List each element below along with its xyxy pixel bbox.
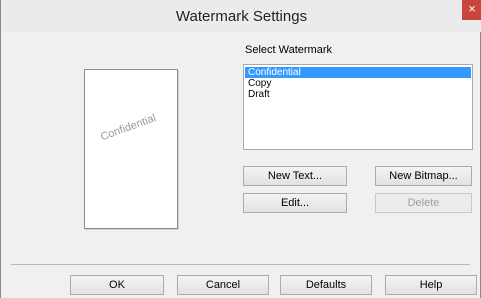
delete-button[interactable]: Delete: [375, 193, 472, 213]
watermark-settings-dialog: Watermark Settings × Confidential Select…: [0, 0, 481, 298]
preview-watermark-text: Confidential: [99, 112, 158, 144]
ok-button[interactable]: OK: [70, 275, 164, 295]
title-bar[interactable]: Watermark Settings ×: [1, 0, 481, 32]
defaults-button[interactable]: Defaults: [280, 275, 372, 295]
help-button[interactable]: Help: [385, 275, 477, 295]
new-bitmap-button[interactable]: New Bitmap...: [375, 166, 472, 186]
edit-button[interactable]: Edit...: [243, 193, 347, 213]
watermark-listbox[interactable]: Confidential Copy Draft: [243, 64, 473, 150]
close-button[interactable]: ×: [462, 0, 481, 20]
select-watermark-label: Select Watermark: [245, 44, 333, 56]
dialog-title: Watermark Settings: [175, 8, 308, 25]
cancel-button[interactable]: Cancel: [177, 275, 269, 295]
watermark-item-copy[interactable]: Copy: [245, 78, 471, 89]
close-icon: ×: [468, 1, 476, 16]
watermark-item-confidential[interactable]: Confidential: [245, 67, 471, 78]
new-text-button[interactable]: New Text...: [243, 166, 347, 186]
separator-line: [11, 264, 470, 265]
watermark-item-draft[interactable]: Draft: [245, 89, 471, 100]
watermark-preview-page: Confidential: [84, 69, 178, 229]
